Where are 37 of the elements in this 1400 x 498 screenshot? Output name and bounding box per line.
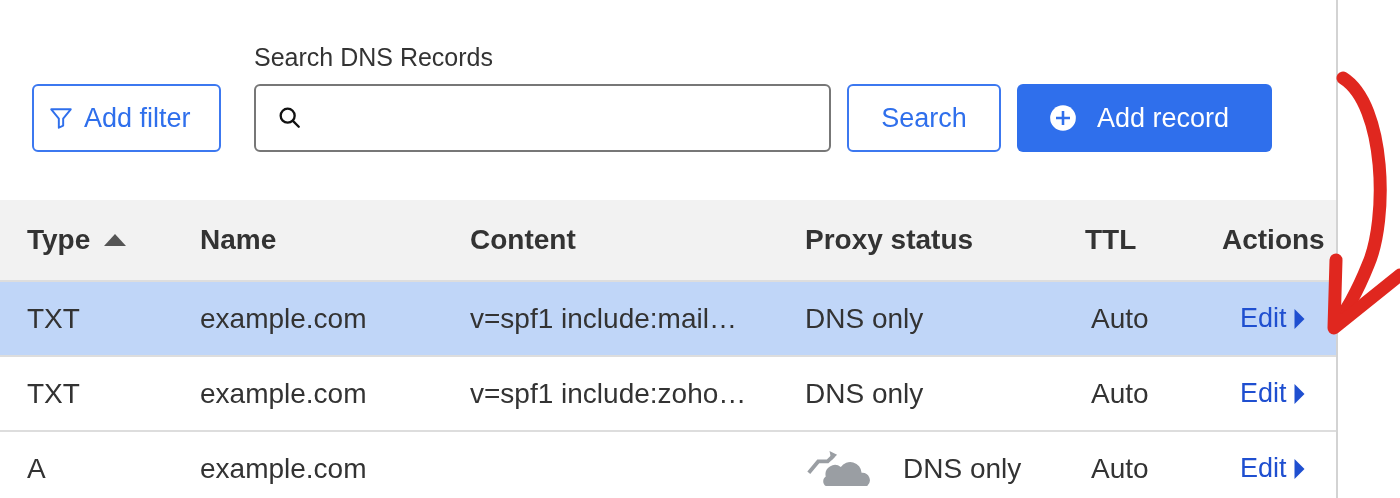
table-cell: TXT xyxy=(27,377,80,410)
column-header[interactable]: Content xyxy=(470,224,576,256)
table-cell: DNS only xyxy=(903,452,1022,485)
table-cell: example.com xyxy=(200,377,367,410)
search-label: Search DNS Records xyxy=(254,43,494,72)
table-row[interactable]: TXT example.com v=spf1 include:zoho… DNS only Auto Edit xyxy=(0,357,1336,432)
column-header[interactable]: Name xyxy=(200,224,277,256)
caret-right-icon[interactable] xyxy=(1292,457,1306,480)
table-cell: example.com xyxy=(200,302,367,335)
edit-link[interactable]: Edit xyxy=(1240,378,1287,409)
search-button[interactable]: Search xyxy=(847,84,1001,152)
edit-link[interactable]: Edit xyxy=(1240,303,1287,334)
table-cell: DNS only xyxy=(805,377,924,410)
edit-link[interactable]: Edit xyxy=(1240,453,1287,484)
table-cell: v=spf1 include:mail… xyxy=(470,302,737,335)
search-field[interactable] xyxy=(254,84,831,152)
column-header[interactable]: Type xyxy=(27,224,91,256)
filter-icon xyxy=(48,105,74,131)
column-header[interactable]: Actions xyxy=(1222,224,1325,256)
add-filter-button[interactable]: Add filter xyxy=(32,84,221,152)
table-cell: v=spf1 include:zoho… xyxy=(470,377,747,410)
column-header[interactable]: TTL xyxy=(1085,224,1137,256)
table-cell: Auto xyxy=(1091,377,1149,410)
table-cell: A xyxy=(27,452,46,485)
sort-up-icon[interactable] xyxy=(102,233,129,247)
caret-right-icon[interactable] xyxy=(1292,307,1306,330)
plus-circle-icon xyxy=(1049,104,1077,132)
table-cell: Auto xyxy=(1091,452,1149,485)
table-cell: Auto xyxy=(1091,302,1149,335)
add-record-button[interactable]: Add record xyxy=(1017,84,1272,152)
table-cell: example.com xyxy=(200,452,367,485)
caret-right-icon[interactable] xyxy=(1292,382,1306,405)
table-row[interactable]: TXT example.com v=spf1 include:mail… DNS only Auto Edit xyxy=(0,282,1336,357)
column-header[interactable]: Proxy status xyxy=(805,224,974,256)
table-row[interactable]: A example.com DNS only Auto Edit xyxy=(0,432,1336,498)
table-cell: DNS only xyxy=(805,302,924,335)
table-cell: TXT xyxy=(27,302,80,335)
